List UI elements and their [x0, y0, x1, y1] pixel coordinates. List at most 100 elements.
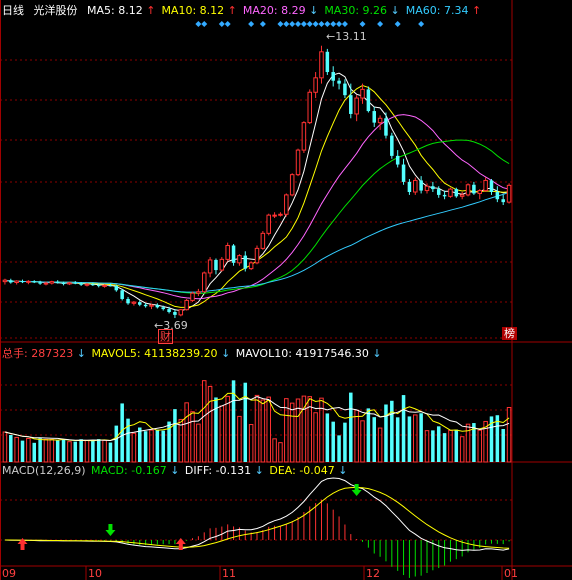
candle	[407, 179, 412, 195]
ma-legend-item: MA5: 8.12 ↑	[87, 4, 156, 17]
candle-body	[207, 259, 213, 274]
diamond-marker-icon	[324, 21, 331, 27]
volume-bar	[501, 429, 505, 462]
diamond-marker-icon	[201, 21, 208, 27]
candle	[354, 95, 359, 122]
diamond-marker-icon	[300, 21, 307, 27]
candle	[419, 176, 423, 194]
ma-legend-item: MA30: 9.26 ↓	[324, 4, 400, 17]
candle-body	[506, 184, 512, 203]
stock-chart[interactable]	[0, 0, 572, 580]
volume-bar	[419, 413, 423, 462]
candle	[489, 179, 494, 195]
mavol10-value: 41917546.30	[295, 347, 369, 360]
volume-bar	[384, 404, 388, 462]
volume-bar	[155, 429, 160, 462]
candle-body	[67, 282, 72, 285]
diamond-marker-icon	[277, 21, 284, 27]
volume-bar	[325, 413, 330, 462]
volume-bar	[178, 418, 184, 463]
candle-body	[442, 194, 447, 197]
candle-body	[472, 184, 476, 194]
candle-body	[401, 164, 406, 182]
volume-bar	[372, 417, 376, 462]
candle-body	[73, 282, 78, 284]
diff-label: DIFF:	[184, 464, 213, 477]
candle	[248, 261, 254, 271]
candle-body	[436, 189, 441, 195]
candle-body	[102, 284, 107, 287]
volume-bar	[349, 392, 353, 462]
candle-body	[465, 184, 471, 196]
candle-body	[266, 214, 271, 234]
price-header: 日线 光洋股份 MA5: 8.12 ↑ MA10: 8.12 ↑ MA20: 8.2…	[2, 4, 481, 17]
candle-body	[79, 283, 83, 285]
volume-bar	[120, 403, 124, 462]
diamond-marker-icon	[359, 21, 366, 27]
volume-bar	[207, 385, 213, 463]
candle	[278, 212, 283, 217]
volume-bar	[108, 442, 113, 462]
candle	[20, 279, 25, 284]
volume-bar	[459, 436, 465, 463]
candle-body	[254, 247, 260, 264]
candle	[49, 280, 55, 285]
volume-bar	[61, 439, 66, 462]
volume-bar	[49, 439, 55, 463]
candle-body	[26, 280, 31, 283]
candle-body	[190, 292, 195, 301]
diamond-marker-icon	[224, 21, 231, 27]
candle	[465, 183, 471, 197]
candle	[501, 194, 505, 206]
candle	[214, 258, 218, 275]
volume-bar	[289, 402, 295, 463]
candle-body	[448, 188, 453, 197]
cai-tag[interactable]: 财	[158, 329, 173, 344]
volume-bar	[454, 429, 459, 462]
candle	[366, 86, 371, 113]
candle	[413, 177, 418, 195]
volume-bar	[278, 442, 283, 463]
diamond-marker-icon	[306, 21, 313, 27]
mavol10-label: MAVOL10:	[235, 347, 292, 360]
candle	[454, 187, 459, 198]
mavol5-value: 41138239.20	[144, 347, 218, 360]
candle	[9, 278, 13, 284]
candle-body	[407, 181, 412, 193]
volume-bar	[138, 427, 142, 462]
volume-bar	[377, 427, 383, 463]
candle	[372, 106, 376, 127]
candle-body	[155, 305, 160, 308]
candle	[237, 254, 242, 266]
diamond-marker-icon	[336, 21, 343, 27]
candle-body	[343, 83, 347, 96]
volume-bar	[407, 416, 412, 462]
candle-body	[214, 259, 218, 271]
candle-body	[331, 72, 335, 81]
volume-bar	[431, 430, 435, 462]
volume-bar	[219, 405, 225, 463]
candle-body	[360, 88, 365, 99]
diamond-marker-icon	[259, 21, 266, 27]
diamond-marker-icon	[295, 21, 302, 27]
candle-body	[419, 180, 423, 191]
candle	[459, 192, 465, 200]
candle-body	[196, 291, 201, 294]
candle	[219, 257, 225, 272]
candle	[319, 45, 324, 84]
candle-body	[173, 311, 177, 315]
arrow-down-icon: ↓	[221, 347, 231, 360]
ma10-line	[4, 84, 510, 308]
volume-bar	[343, 422, 347, 462]
volume-bar	[231, 380, 236, 462]
candle-body	[424, 185, 430, 192]
candle	[126, 296, 130, 305]
candle-body	[495, 192, 500, 200]
candle-body	[120, 290, 124, 299]
ma-legend-item: MA60: 7.34 ↑	[405, 4, 482, 17]
candle	[254, 245, 260, 265]
candle	[337, 77, 341, 90]
candle-body	[178, 309, 184, 316]
candle	[272, 212, 277, 219]
bang-tag[interactable]: 榜	[502, 327, 517, 340]
